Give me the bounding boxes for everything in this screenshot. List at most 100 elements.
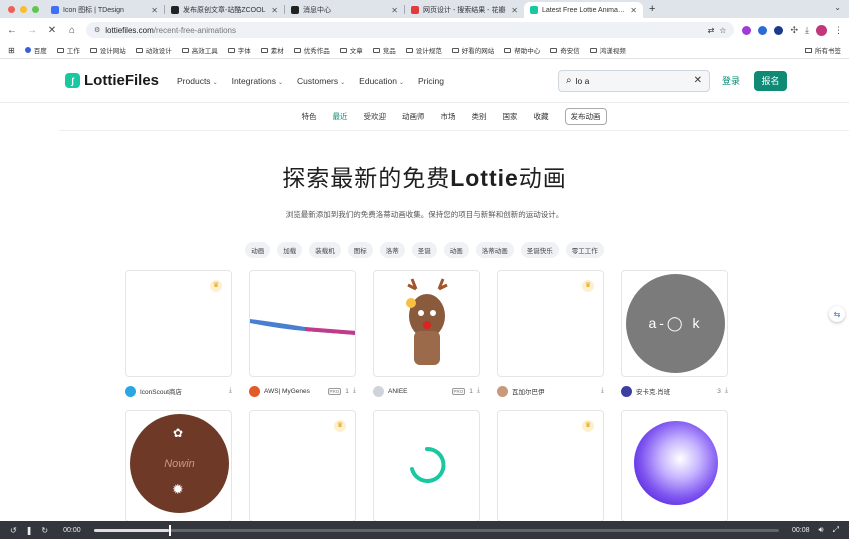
avatar[interactable] bbox=[373, 385, 384, 397]
login-link[interactable]: 登录 bbox=[722, 74, 740, 87]
tab-close-icon[interactable]: ✕ bbox=[630, 6, 637, 15]
extension-icon[interactable] bbox=[774, 25, 784, 35]
tag-chip[interactable]: 圣诞快乐 bbox=[520, 242, 559, 258]
subnav-tab[interactable]: 受欢迎 bbox=[364, 111, 387, 122]
extension-icon[interactable] bbox=[742, 25, 752, 35]
forward-icon[interactable]: ↻ bbox=[41, 526, 48, 535]
subnav-tab[interactable]: 类别 bbox=[472, 111, 487, 122]
all-bookmarks[interactable]: 所有书签 bbox=[805, 45, 841, 55]
browser-tab[interactable]: 发布原创文章-站酷ZCOOL ✕ bbox=[165, 2, 284, 18]
translate-icon[interactable]: ⇄ bbox=[708, 26, 715, 35]
author-name[interactable]: ANIEE bbox=[388, 388, 446, 395]
bookmark-item[interactable]: 文章 bbox=[339, 45, 363, 55]
browser-tab[interactable]: Icon 图标 | TDesign ✕ bbox=[45, 2, 164, 18]
bookmark-item[interactable]: 鸿漾视频 bbox=[589, 45, 626, 55]
nav-item-products[interactable]: Products ⌄ bbox=[177, 76, 218, 86]
close-window-button[interactable] bbox=[8, 6, 15, 13]
nav-item-integrations[interactable]: Integrations ⌄ bbox=[232, 76, 283, 86]
nav-item-customers[interactable]: Customers ⌄ bbox=[297, 76, 345, 86]
download-icon[interactable]: ⤓ bbox=[353, 387, 356, 395]
avatar[interactable] bbox=[125, 385, 136, 397]
animation-card[interactable]: ANIEE PRO 1 ⤓ bbox=[373, 270, 480, 410]
site-settings-icon[interactable]: ⚙ bbox=[94, 26, 100, 34]
author-name[interactable]: AWS| MyGenes bbox=[264, 388, 322, 395]
tag-chip[interactable]: 图标 bbox=[347, 242, 373, 258]
publish-animation-button[interactable]: 发布动画 bbox=[564, 108, 607, 125]
volume-icon[interactable]: 🔊︎ bbox=[819, 525, 824, 535]
animation-card[interactable]: ♛ 瓦加尔巴伊 ⤓ bbox=[497, 270, 604, 410]
subnav-tab[interactable]: 最近 bbox=[333, 111, 348, 122]
animation-thumbnail[interactable] bbox=[621, 410, 728, 522]
pause-icon[interactable]: ❚ bbox=[26, 526, 33, 535]
tag-chip[interactable]: 动画 bbox=[245, 242, 271, 258]
tab-close-icon[interactable]: ✕ bbox=[151, 6, 158, 15]
animation-thumbnail[interactable]: ♛ bbox=[125, 270, 232, 377]
animation-thumbnail[interactable] bbox=[373, 410, 480, 522]
browser-tab[interactable]: 网页设计 - 搜索结果 - 花瓣 ✕ bbox=[405, 2, 524, 18]
animation-card[interactable]: Nowin ✿ ✹ bbox=[125, 410, 232, 522]
tag-chip[interactable]: 零工工作 bbox=[565, 242, 604, 258]
animation-card[interactable]: ♛ bbox=[249, 410, 356, 522]
animation-thumbnail[interactable]: ♛ bbox=[497, 410, 604, 522]
subnav-tab[interactable]: 收藏 bbox=[534, 111, 549, 122]
tag-chip[interactable]: 装载机 bbox=[309, 242, 341, 258]
bookmark-item[interactable]: 设计网站 bbox=[89, 45, 126, 55]
bookmark-item[interactable]: 字体 bbox=[227, 45, 251, 55]
bookmark-item[interactable]: 素材 bbox=[260, 45, 284, 55]
browser-tab[interactable]: 消息中心 ✕ bbox=[285, 2, 404, 18]
animation-card[interactable] bbox=[373, 410, 480, 522]
seek-handle[interactable] bbox=[169, 524, 172, 536]
subnav-tab[interactable]: 特色 bbox=[302, 111, 317, 122]
download-icon[interactable]: ⤓ bbox=[601, 387, 604, 395]
animation-thumbnail[interactable]: ♛ bbox=[497, 270, 604, 377]
download-icon[interactable]: ⤓ bbox=[725, 387, 728, 395]
tab-search-icon[interactable]: ⌄ bbox=[834, 3, 841, 12]
tag-chip[interactable]: 圣诞 bbox=[411, 242, 437, 258]
nav-item-pricing[interactable]: Pricing bbox=[418, 76, 444, 86]
nav-item-education[interactable]: Education ⌄ bbox=[359, 76, 404, 86]
animation-card[interactable] bbox=[621, 410, 728, 522]
subnav-tab[interactable]: 动画师 bbox=[402, 111, 425, 122]
avatar[interactable] bbox=[621, 385, 632, 397]
seek-bar[interactable] bbox=[93, 524, 780, 536]
tag-chip[interactable]: 洛蒂动画 bbox=[475, 242, 514, 258]
browser-tab[interactable]: Latest Free Lottie Animations ✕ bbox=[524, 2, 643, 18]
search-input[interactable]: lo a bbox=[576, 76, 690, 86]
tab-close-icon[interactable]: ✕ bbox=[511, 6, 518, 15]
home-icon[interactable]: ⌂ bbox=[66, 25, 78, 36]
bookmark-item[interactable]: 奇安信 bbox=[550, 45, 580, 55]
tag-chip[interactable]: 动画 bbox=[443, 242, 469, 258]
bookmark-item[interactable]: 竞品 bbox=[372, 45, 396, 55]
tag-chip[interactable]: 加载 bbox=[277, 242, 303, 258]
download-icon[interactable]: ⤓ bbox=[805, 25, 809, 36]
forward-arrow-icon[interactable]: → bbox=[26, 25, 38, 36]
minimize-window-button[interactable] bbox=[20, 6, 27, 13]
clear-search-icon[interactable]: ✕ bbox=[694, 75, 702, 86]
puzzle-icon[interactable]: ✣ bbox=[790, 25, 798, 36]
tag-chip[interactable]: 洛蒂 bbox=[379, 242, 405, 258]
download-icon[interactable]: ⤓ bbox=[477, 387, 480, 395]
avatar[interactable] bbox=[497, 385, 508, 397]
tab-close-icon[interactable]: ✕ bbox=[391, 6, 398, 15]
rewind-icon[interactable]: ↺ bbox=[10, 526, 17, 535]
animation-thumbnail[interactable]: ♛ bbox=[249, 410, 356, 522]
tab-close-icon[interactable]: ✕ bbox=[271, 6, 278, 15]
author-name[interactable]: 安卡克.肖班 bbox=[636, 386, 713, 396]
url-field[interactable]: ⚙ lottiefiles.com/recent-free-animations… bbox=[86, 22, 735, 38]
animation-thumbnail[interactable]: a-◯ k bbox=[621, 270, 728, 377]
bookmark-item[interactable]: 设计规范 bbox=[405, 45, 442, 55]
extension-icon[interactable] bbox=[758, 25, 768, 35]
bookmark-item[interactable]: 动效设计 bbox=[135, 45, 172, 55]
bookmark-item[interactable]: 高效工具 bbox=[181, 45, 218, 55]
avatar[interactable] bbox=[816, 24, 827, 36]
bookmark-item[interactable]: 好看的网站 bbox=[451, 45, 494, 55]
bookmark-star-icon[interactable]: ☆ bbox=[719, 26, 726, 35]
animation-thumbnail[interactable] bbox=[249, 270, 356, 377]
new-tab-button[interactable]: + bbox=[643, 3, 661, 18]
animation-card[interactable]: ♛ bbox=[497, 410, 604, 522]
menu-kebab-icon[interactable]: ⋮ bbox=[834, 25, 843, 36]
stop-loading-icon[interactable]: ✕ bbox=[46, 25, 58, 36]
download-icon[interactable]: ⤓ bbox=[229, 387, 232, 395]
animation-card[interactable]: ♛ IconScout商店 ⤓ bbox=[125, 270, 232, 410]
bookmark-item[interactable]: 工作 bbox=[56, 45, 80, 55]
